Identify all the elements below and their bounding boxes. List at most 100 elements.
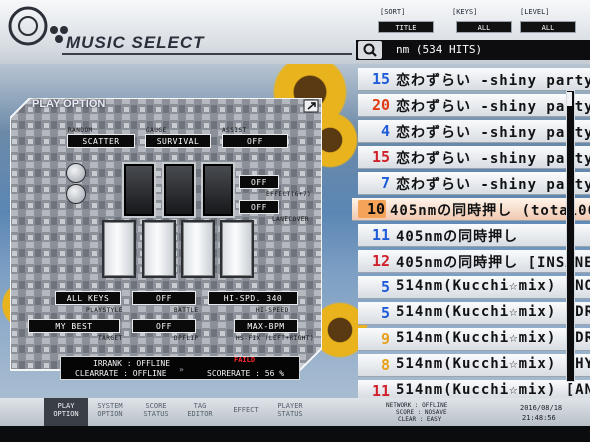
scorerate-text: SCORERATE : 56 % bbox=[207, 369, 285, 378]
title-underline bbox=[62, 53, 352, 55]
network-status: NETWORK : OFFLINE bbox=[386, 402, 448, 409]
song-row[interactable]: 9 514nm(Kucchi☆mix) [DR bbox=[358, 328, 590, 351]
song-level: 11 bbox=[371, 382, 390, 399]
tab-label: SYSTEM bbox=[97, 402, 123, 410]
song-level: 9 bbox=[380, 330, 390, 348]
tab-label: PLAYER bbox=[277, 402, 303, 410]
song-row[interactable]: 12 405nmの同時押し [INSANE bbox=[358, 250, 590, 273]
level-caption: [LEVEL] bbox=[520, 8, 550, 16]
white-key-1[interactable] bbox=[102, 220, 136, 278]
assist-option-button[interactable]: OFF bbox=[222, 134, 288, 148]
random-caption: RANDOM bbox=[68, 127, 93, 134]
gauge-option-button[interactable]: SURVIVAL bbox=[145, 134, 211, 148]
tab-play-option[interactable]: PLAY OPTION bbox=[44, 398, 88, 426]
song-row[interactable]: 5 514nm(Kucchi☆mix) [NO bbox=[358, 276, 590, 299]
tab-score-status[interactable]: SCORE STATUS bbox=[134, 402, 178, 418]
song-level: 10 bbox=[358, 200, 386, 218]
song-title: 恋わずらい -shiny party f bbox=[396, 99, 590, 115]
keys-button[interactable]: ALL bbox=[456, 21, 512, 33]
song-title: 405nmの同時押し [INSANE bbox=[396, 255, 590, 271]
tab-player-status[interactable]: PLAYER STATUS bbox=[268, 402, 312, 418]
song-row-selected[interactable]: 10 405nmの同時押し (total00 bbox=[352, 198, 590, 221]
keys-caption: [KEYS] bbox=[452, 8, 478, 16]
black-key-2[interactable] bbox=[122, 162, 156, 218]
tab-label: OPTION bbox=[97, 410, 123, 418]
hispeed-caption: HI-SPEED bbox=[256, 307, 289, 314]
search-button[interactable] bbox=[358, 41, 382, 59]
effect-option-button[interactable]: OFF bbox=[239, 175, 279, 189]
clear-status: CLEAR : EASY bbox=[398, 416, 442, 423]
battle-caption: BATTLE bbox=[174, 307, 199, 314]
black-key-4[interactable] bbox=[162, 162, 196, 218]
battle-option-button[interactable]: OFF bbox=[132, 291, 196, 305]
song-row[interactable]: 5 514nm(Kucchi☆mix) [DR bbox=[358, 302, 590, 325]
search-result-text[interactable]: nm (534 HITS) bbox=[396, 43, 482, 56]
play-option-label: PLAY OPTION bbox=[32, 98, 106, 110]
song-row[interactable]: 4 恋わずらい -shiny party f bbox=[358, 120, 590, 143]
sort-button[interactable]: TITLE bbox=[378, 21, 434, 33]
playstyle-option-button[interactable]: ALL KEYS bbox=[55, 291, 121, 305]
tab-effect[interactable]: EFFECT bbox=[224, 406, 268, 414]
song-level: 8 bbox=[380, 356, 390, 374]
white-key-5[interactable] bbox=[181, 220, 215, 278]
tab-label: TAG bbox=[193, 402, 207, 410]
white-key-7[interactable] bbox=[220, 220, 254, 278]
song-list-scrollbar[interactable] bbox=[566, 90, 575, 382]
lanecover-caption: LANECOVER bbox=[272, 216, 310, 223]
song-title: 405nmの同時押し (total00 bbox=[390, 203, 590, 219]
tab-label: EFFECT bbox=[233, 406, 259, 414]
hispeed-option-button[interactable]: HI-SPD. 340 bbox=[208, 291, 298, 305]
random-option-button[interactable]: SCATTER bbox=[67, 134, 135, 148]
black-key-6[interactable] bbox=[201, 162, 235, 218]
white-key-3[interactable] bbox=[142, 220, 176, 278]
assist-caption: ASSIST bbox=[222, 127, 247, 134]
effect-caption: EFFECT(6+7) bbox=[266, 191, 312, 198]
song-title: 恋わずらい -shiny party f bbox=[396, 73, 590, 89]
rank-status-box: IRRANK : OFFLINE CLEARRATE : OFFLINE » S… bbox=[60, 356, 300, 380]
hsfix-option-button[interactable]: MAX-BPM bbox=[234, 319, 298, 333]
scrollbar-thumb[interactable] bbox=[567, 92, 572, 106]
song-row[interactable]: 15 恋わずらい -shiny party f bbox=[358, 146, 590, 169]
hsfix-caption: HS-FIX (LEFT+RIGHT) bbox=[236, 335, 315, 342]
scratch-button-bottom[interactable] bbox=[66, 184, 86, 204]
time-text: 21:48:56 bbox=[522, 414, 556, 422]
song-title: 恋わずらい -shiny party f bbox=[396, 177, 590, 193]
song-level: 4 bbox=[380, 122, 390, 140]
tab-label: PLAY bbox=[57, 402, 75, 410]
song-row[interactable]: 20 恋わずらい -shiny party f bbox=[358, 94, 590, 117]
failed-text: FAILD bbox=[234, 356, 256, 364]
song-title: 514nm(Kucchi☆mix) [HY bbox=[396, 356, 590, 372]
tab-label: OPTION bbox=[53, 410, 79, 418]
target-option-button[interactable]: MY BEST bbox=[28, 319, 120, 333]
tab-label: SCORE bbox=[145, 402, 167, 410]
song-level: 7 bbox=[380, 174, 390, 192]
dpflip-option-button[interactable]: OFF bbox=[132, 319, 196, 333]
divider-arrow-icon: » bbox=[179, 365, 184, 374]
gauge-caption: GAUGE bbox=[146, 127, 167, 134]
tab-tag-editor[interactable]: TAG EDITOR bbox=[178, 402, 222, 418]
song-row[interactable]: 15 恋わずらい -shiny party f bbox=[358, 68, 590, 91]
scratch-button-top[interactable] bbox=[66, 163, 86, 183]
search-icon bbox=[363, 43, 377, 57]
song-level: 15 bbox=[371, 70, 390, 88]
date-text: 2016/08/18 bbox=[520, 404, 563, 412]
song-row[interactable]: 8 514nm(Kucchi☆mix) [HY bbox=[358, 354, 590, 377]
target-caption: TARGET bbox=[98, 335, 123, 342]
song-level: 11 bbox=[371, 226, 390, 244]
song-row[interactable]: 7 恋わずらい -shiny party f bbox=[358, 172, 590, 195]
song-level: 20 bbox=[371, 96, 390, 114]
song-row[interactable]: 11 405nmの同時押し bbox=[358, 224, 590, 247]
playstyle-caption: PLAYSTYLE bbox=[86, 307, 124, 314]
song-title: 514nm(Kucchi☆mix) [DR bbox=[396, 304, 590, 320]
tab-system-option[interactable]: SYSTEM OPTION bbox=[88, 402, 132, 418]
song-level: 15 bbox=[371, 148, 390, 166]
song-row[interactable]: 11 514nm(Kucchi☆mix) [AN bbox=[358, 380, 590, 399]
lanecover-option-button[interactable]: OFF bbox=[239, 200, 279, 214]
song-title: 514nm(Kucchi☆mix) [DR bbox=[396, 330, 590, 346]
score-status: SCORE : NOSAVE bbox=[396, 409, 447, 416]
irrank-text: IRRANK : OFFLINE bbox=[93, 359, 171, 368]
sort-caption: [SORT] bbox=[380, 8, 406, 16]
dpflip-caption: DPFLIP bbox=[174, 335, 199, 342]
level-button[interactable]: ALL bbox=[520, 21, 576, 33]
page-title: MUSIC SELECT bbox=[66, 33, 205, 52]
